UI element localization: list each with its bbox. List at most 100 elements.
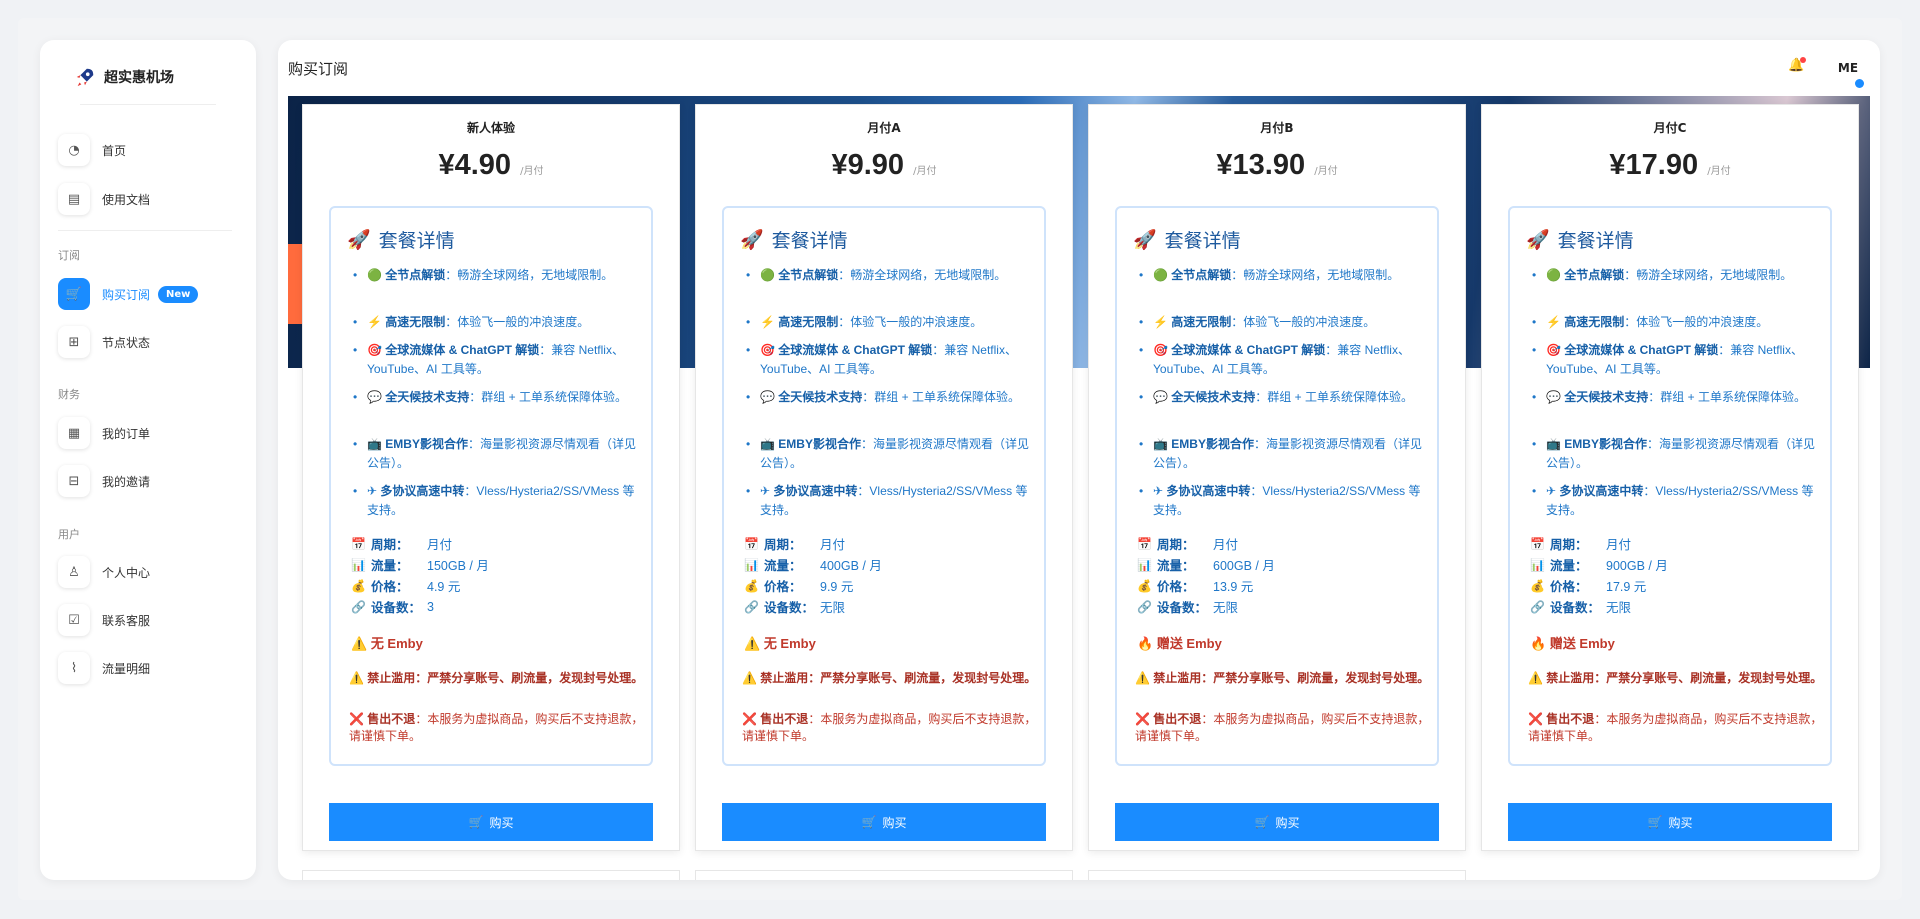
bullet: • bbox=[746, 437, 751, 451]
buy-button[interactable]: 🛒 购买 bbox=[722, 803, 1046, 841]
feature-item: • ⚡ 高速无限制：体验飞一般的冲浪速度。 bbox=[1139, 313, 1423, 332]
sidebar-item-node-status[interactable]: ⊞ 节点状态 bbox=[58, 325, 242, 359]
feature-title: 全球流媒体 & ChatGPT 解锁 bbox=[1564, 343, 1719, 357]
cart-icon: 🛒 bbox=[58, 278, 90, 310]
price-period: /月付 bbox=[1707, 166, 1731, 177]
feature-item: • 📺 EMBY影视合作：海量影视资源尽情观看（详见公告）。 bbox=[353, 435, 637, 473]
warning-icon: ⚠️ bbox=[1528, 671, 1543, 685]
feature-title: 全节点解锁 bbox=[385, 268, 446, 282]
spec-devices: 🔗 设备数： 无限 bbox=[744, 597, 845, 616]
next-plan-card-peek bbox=[695, 870, 1073, 880]
lightning-icon: ⚡ bbox=[1546, 315, 1565, 329]
spec-label: 价格： bbox=[764, 580, 802, 594]
details-title-text: 套餐详情 bbox=[1557, 231, 1634, 252]
rocket-icon: 🚀 bbox=[1133, 229, 1157, 251]
feature-text: ：群组 + 工单系统保障体验。 bbox=[1255, 390, 1413, 404]
sidebar-item-my-orders[interactable]: ▦ 我的订单 bbox=[58, 416, 242, 450]
cart-icon: 🛒 bbox=[468, 815, 484, 829]
feature-item: • ✈ 多协议高速中转：Vless/Hysteria2/SS/VMess 等支持。 bbox=[353, 482, 637, 520]
spec-value: 3 bbox=[427, 599, 434, 614]
feature-title: EMBY影视合作 bbox=[385, 437, 468, 451]
bullet: • bbox=[1532, 315, 1537, 329]
bullet: • bbox=[353, 390, 358, 404]
details-title-text: 套餐详情 bbox=[771, 231, 848, 252]
bullet: • bbox=[353, 343, 358, 357]
feature-text: ：体验飞一般的冲浪速度。 bbox=[1624, 315, 1769, 329]
warning-icon: ⚠️ bbox=[351, 636, 368, 651]
cart-icon: 🛒 bbox=[861, 815, 877, 829]
chat-icon: 💬 bbox=[1546, 390, 1565, 404]
brand-name: 超实惠机场 bbox=[104, 70, 174, 86]
buy-button[interactable]: 🛒 购买 bbox=[1508, 803, 1832, 841]
feature-item: • ⚡ 高速无限制：体验飞一般的冲浪速度。 bbox=[746, 313, 1030, 332]
sidebar-item-home[interactable]: ◔ 首页 bbox=[58, 133, 242, 167]
feature-item: • 💬 全天候技术支持：群组 + 工单系统保障体验。 bbox=[353, 388, 637, 407]
globe-icon: 🟢 bbox=[1153, 268, 1172, 282]
feature-text: ：体验飞一般的冲浪速度。 bbox=[1231, 315, 1376, 329]
medal-icon: 💰 bbox=[351, 578, 366, 593]
spec-devices: 🔗 设备数： 无限 bbox=[1137, 597, 1238, 616]
brand[interactable]: 超实惠机场 bbox=[74, 62, 174, 92]
feature-text: ：群组 + 工单系统保障体验。 bbox=[469, 390, 627, 404]
bullet: • bbox=[1139, 390, 1144, 404]
feature-title: 全球流媒体 & ChatGPT 解锁 bbox=[778, 343, 933, 357]
sidebar-item-traffic-details[interactable]: ⌇ 流量明细 bbox=[58, 651, 242, 685]
spec-label: 设备数： bbox=[1157, 601, 1208, 615]
sidebar-item-buy-subscription[interactable]: 🛒 购买订阅 New bbox=[58, 277, 242, 311]
refund-warning-title: 售出不退 bbox=[1153, 712, 1202, 726]
feature-text: ：体验飞一般的冲浪速度。 bbox=[838, 315, 983, 329]
spec-label: 价格： bbox=[1157, 580, 1195, 594]
spec-value: 400GB / 月 bbox=[820, 559, 882, 573]
spec-label: 设备数： bbox=[1550, 601, 1601, 615]
rocket-logo-icon bbox=[76, 68, 94, 87]
spec-cycle: 📅 周期： 月付 bbox=[1530, 534, 1631, 553]
rocket-icon: 🚀 bbox=[1526, 229, 1550, 251]
feature-item: • 🟢 全节点解锁：畅游全球网络，无地域限制。 bbox=[1139, 266, 1423, 285]
main-content: 购买订阅 🔔 ME 新人体验 ¥4.90 /月付 🚀 套餐详情 • 🟢 全节点解锁… bbox=[278, 40, 1880, 880]
details-title: 🚀 套餐详情 bbox=[1526, 226, 1634, 253]
feature-item: • ✈ 多协议高速中转：Vless/Hysteria2/SS/VMess 等支持。 bbox=[746, 482, 1030, 520]
emby-status: 🔥 赠送 Emby bbox=[1530, 633, 1615, 652]
warning-icon: ⚠️ bbox=[744, 636, 761, 651]
bell-icon[interactable]: 🔔 bbox=[1788, 57, 1806, 76]
calendar-icon: 📅 bbox=[351, 536, 366, 551]
chart-icon: 📊 bbox=[1137, 557, 1152, 572]
cross-icon: ❌ bbox=[349, 712, 364, 726]
buy-button[interactable]: 🛒 购买 bbox=[329, 803, 653, 841]
buy-button[interactable]: 🛒 购买 bbox=[1115, 803, 1439, 841]
buy-button-label: 购买 bbox=[1668, 815, 1693, 830]
plan-name: 月付A bbox=[867, 121, 901, 135]
spec-cycle: 📅 周期： 月付 bbox=[351, 534, 452, 553]
refund-warning-title: 售出不退 bbox=[1546, 712, 1595, 726]
tv-icon: 📺 bbox=[367, 437, 386, 451]
sidebar-item-my-invites[interactable]: ⊟ 我的邀请 bbox=[58, 464, 242, 498]
chat-icon: 💬 bbox=[1153, 390, 1172, 404]
emby-status: 🔥 赠送 Emby bbox=[1137, 633, 1222, 652]
chat-icon: 💬 bbox=[760, 390, 779, 404]
sidebar-item-label: 使用文档 bbox=[102, 192, 151, 207]
globe-icon: 🟢 bbox=[1546, 268, 1565, 282]
sidebar-item-profile[interactable]: ♙ 个人中心 bbox=[58, 555, 242, 589]
clipboard-icon: ▦ bbox=[58, 417, 90, 449]
bullet: • bbox=[1139, 437, 1144, 451]
sidebar-item-support[interactable]: ☑ 联系客服 bbox=[58, 603, 242, 637]
bullet: • bbox=[1532, 268, 1537, 282]
spec-value: 无限 bbox=[1213, 601, 1239, 615]
avatar-initials: ME bbox=[1837, 61, 1859, 75]
spec-devices: 🔗 设备数： 3 bbox=[351, 597, 434, 616]
rocket-icon: 🚀 bbox=[740, 229, 764, 251]
sidebar-item-docs[interactable]: ▤ 使用文档 bbox=[58, 182, 242, 216]
notification-dot bbox=[1800, 57, 1806, 63]
spec-price: 💰 价格： 9.9 元 bbox=[744, 576, 853, 595]
details-title: 🚀 套餐详情 bbox=[347, 226, 455, 253]
feature-title: 高速无限制 bbox=[1564, 315, 1625, 329]
avatar[interactable]: ME bbox=[1834, 54, 1864, 88]
spec-label: 周期： bbox=[764, 538, 802, 552]
feature-item: • 🎯 全球流媒体 & ChatGPT 解锁：兼容 Netflix、YouTube… bbox=[746, 341, 1030, 379]
bullet: • bbox=[746, 343, 751, 357]
price-amount: ¥9.90 bbox=[831, 149, 905, 181]
target-icon: 🎯 bbox=[760, 343, 779, 357]
price-amount: ¥13.90 bbox=[1216, 149, 1306, 181]
medal-icon: 💰 bbox=[744, 578, 759, 593]
plan-details-box: 🚀 套餐详情 • 🟢 全节点解锁：畅游全球网络，无地域限制。 • ⚡ 高速无限制：体验… bbox=[329, 206, 653, 766]
